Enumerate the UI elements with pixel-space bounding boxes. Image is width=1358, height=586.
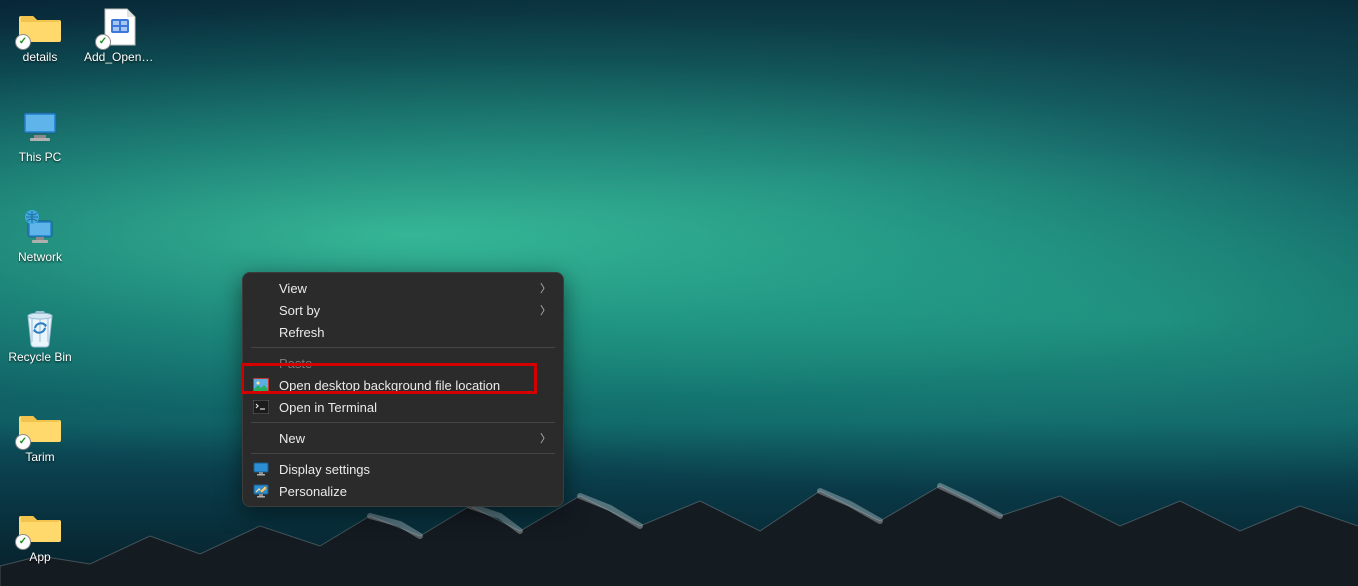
desktop-icon-app[interactable]: App xyxy=(2,502,78,584)
chevron-right-icon: 〉 xyxy=(540,430,551,446)
desktop-icon-label: Tarim xyxy=(25,450,54,464)
desktop-icons-area: details Add_Open_... xyxy=(0,0,162,584)
context-separator xyxy=(251,347,555,348)
context-item-label: Open desktop background file location xyxy=(279,378,551,393)
context-item-label: Display settings xyxy=(279,462,551,477)
context-item-display-settings[interactable]: Display settings xyxy=(243,458,563,480)
personalize-icon xyxy=(251,481,271,501)
context-item-view[interactable]: View 〉 xyxy=(243,277,563,299)
pc-icon xyxy=(20,109,60,145)
desktop-context-menu: View 〉 Sort by 〉 Refresh Paste Open desk… xyxy=(242,272,564,507)
desktop-icon-tarim[interactable]: Tarim xyxy=(2,402,78,484)
desktop-icon-recycle-bin[interactable]: Recycle Bin xyxy=(2,302,78,384)
context-item-open-terminal[interactable]: Open in Terminal xyxy=(243,396,563,418)
desktop-wallpaper[interactable] xyxy=(0,0,1358,586)
image-icon xyxy=(251,375,271,395)
sync-badge-icon xyxy=(15,34,31,50)
context-item-refresh[interactable]: Refresh xyxy=(243,321,563,343)
context-separator xyxy=(251,422,555,423)
context-item-label: New xyxy=(279,431,540,446)
chevron-right-icon: 〉 xyxy=(540,280,551,296)
context-item-sort-by[interactable]: Sort by 〉 xyxy=(243,299,563,321)
desktop-icon-add-open[interactable]: Add_Open_... xyxy=(82,2,158,84)
desktop-icon-this-pc[interactable]: This PC xyxy=(2,102,78,184)
chevron-right-icon: 〉 xyxy=(540,302,551,318)
context-item-paste: Paste xyxy=(243,352,563,374)
desktop-icon-label: Recycle Bin xyxy=(8,350,71,364)
context-item-label: View xyxy=(279,281,540,296)
terminal-icon xyxy=(251,397,271,417)
sync-badge-icon xyxy=(95,34,111,50)
context-item-label: Sort by xyxy=(279,303,540,318)
desktop-icon-details[interactable]: details xyxy=(2,2,78,84)
desktop-icon-label: App xyxy=(29,550,50,564)
sync-badge-icon xyxy=(15,534,31,550)
context-item-new[interactable]: New 〉 xyxy=(243,427,563,449)
context-item-open-bg-location[interactable]: Open desktop background file location xyxy=(243,374,563,396)
context-item-label: Open in Terminal xyxy=(279,400,551,415)
display-icon xyxy=(251,459,271,479)
context-separator xyxy=(251,453,555,454)
network-icon xyxy=(18,207,62,247)
desktop-icon-label: This PC xyxy=(19,150,62,164)
recycle-bin-icon xyxy=(22,306,58,348)
context-item-label: Refresh xyxy=(279,325,551,340)
context-item-label: Personalize xyxy=(279,484,551,499)
context-item-label: Paste xyxy=(279,356,551,371)
context-item-personalize[interactable]: Personalize xyxy=(243,480,563,502)
desktop-icon-label: details xyxy=(23,50,58,64)
sync-badge-icon xyxy=(15,434,31,450)
desktop-icon-network[interactable]: Network xyxy=(2,202,78,284)
desktop-icon-label: Add_Open_... xyxy=(84,50,156,64)
desktop-icon-label: Network xyxy=(18,250,62,264)
